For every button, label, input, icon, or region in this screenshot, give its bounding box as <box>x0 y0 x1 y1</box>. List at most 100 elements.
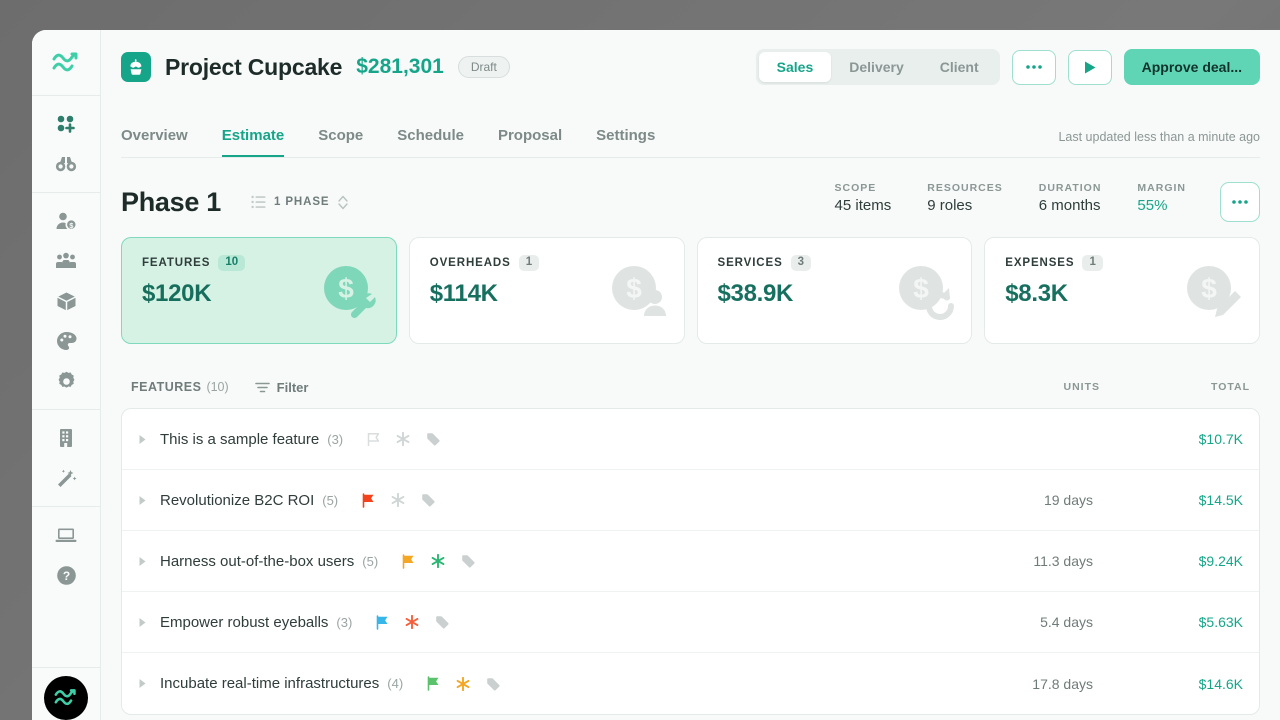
expand-caret-icon[interactable] <box>138 556 160 567</box>
tag-icon[interactable] <box>421 493 436 507</box>
feature-count: (5) <box>322 492 339 508</box>
tab-settings[interactable]: Settings <box>596 127 655 157</box>
star-asterisk-icon[interactable] <box>396 432 410 446</box>
metric-value: 9 roles <box>927 197 973 214</box>
sidebar-item-settings[interactable] <box>43 361 89 401</box>
expand-caret-icon[interactable] <box>138 617 160 628</box>
phase-selector[interactable]: 1 PHASE <box>241 189 360 216</box>
sidebar-item-automations[interactable] <box>43 458 89 498</box>
cupcake-icon <box>130 59 142 75</box>
feature-total: $5.63K <box>1198 614 1243 630</box>
row-markers <box>402 553 476 569</box>
header-more-button[interactable] <box>1011 49 1056 85</box>
row-markers <box>427 676 501 691</box>
tag-icon[interactable] <box>426 432 441 446</box>
dollar-refresh-icon: $ <box>895 264 957 327</box>
table-row[interactable]: Revolutionize B2C ROI (5) 19 days $14.5K <box>122 470 1259 531</box>
view-segmented-control[interactable]: Sales Delivery Client <box>755 49 1000 85</box>
phase-selector-label: 1 PHASE <box>273 196 330 208</box>
flag-icon[interactable] <box>376 614 389 630</box>
sidebar-item-brand[interactable] <box>43 321 89 361</box>
last-updated-text: Last updated less than a minute ago <box>1058 130 1260 144</box>
feature-name: This is a sample feature <box>160 430 320 448</box>
card-count: 1 <box>1082 255 1103 271</box>
sidebar-item-help[interactable]: ? <box>43 555 89 595</box>
content-area: Phase 1 1 PHASE SCOPE 45 items RESOURCES… <box>101 158 1280 720</box>
table-row[interactable]: Harness out-of-the-box users (5) 11.3 da… <box>122 531 1259 592</box>
expand-caret-icon[interactable] <box>138 434 160 445</box>
filter-button[interactable]: Filter <box>254 379 309 395</box>
card-count: 3 <box>790 255 812 271</box>
flag-icon[interactable] <box>362 492 375 508</box>
card-label: SERVICES <box>717 256 783 269</box>
sidebar-item-people[interactable] <box>43 241 89 281</box>
card-features[interactable]: FEATURES 10 $120K $ <box>121 237 397 344</box>
feature-units: 5.4 days <box>1040 614 1093 630</box>
tab-overview[interactable]: Overview <box>121 127 188 157</box>
tab-proposal[interactable]: Proposal <box>498 127 562 157</box>
metric-scope: SCOPE 45 items <box>835 182 892 214</box>
play-icon <box>1084 61 1096 73</box>
avatar[interactable] <box>44 676 88 720</box>
segment-client[interactable]: Client <box>922 52 997 82</box>
project-amount: $281,301 <box>356 55 444 78</box>
table-row[interactable]: This is a sample feature (3) $10.7K <box>122 409 1259 470</box>
dollar-person-icon: $ <box>608 264 670 327</box>
gear-icon <box>58 371 74 388</box>
segment-delivery[interactable]: Delivery <box>831 52 921 82</box>
laptop-icon <box>55 528 77 542</box>
card-label: FEATURES <box>142 256 211 269</box>
tab-estimate[interactable]: Estimate <box>221 127 285 157</box>
star-asterisk-icon[interactable] <box>431 554 445 568</box>
tag-icon[interactable] <box>435 615 450 629</box>
header-actions: Sales Delivery Client Approve deal... <box>755 49 1260 85</box>
sidebar-item-products[interactable] <box>43 281 89 321</box>
metric-label: DURATION <box>1038 182 1102 194</box>
card-overheads[interactable]: OVERHEADS 1 $114K $ <box>408 237 685 344</box>
metric-resources: RESOURCES 9 roles <box>927 182 1003 214</box>
sidebar-item-company[interactable] <box>43 418 89 458</box>
tab-scope[interactable]: Scope <box>318 127 363 157</box>
card-services[interactable]: SERVICES 3 $38.9K $ <box>696 237 973 344</box>
feature-total: $9.24K <box>1198 553 1243 569</box>
star-asterisk-icon[interactable] <box>405 615 419 629</box>
tab-schedule[interactable]: Schedule <box>397 127 464 157</box>
person-dollar-icon: $ <box>56 212 77 231</box>
table-row[interactable]: Incubate real-time infrastructures (4) 1… <box>122 653 1259 714</box>
run-button[interactable] <box>1067 49 1112 85</box>
sidebar-item-dashboard[interactable] <box>43 104 89 144</box>
phase-more-button[interactable] <box>1220 182 1260 222</box>
main-area: Project Cupcake $281,301 Draft Sales Del… <box>101 30 1280 720</box>
table-row[interactable]: Empower robust eyeballs (3) 5.4 days $5.… <box>122 592 1259 653</box>
sidebar-logo[interactable] <box>32 30 100 95</box>
star-asterisk-icon[interactable] <box>456 676 470 691</box>
metric-duration: DURATION 6 months <box>1039 182 1102 214</box>
expand-caret-icon[interactable] <box>138 495 160 506</box>
flag-icon[interactable] <box>427 676 440 691</box>
feature-total: $14.6K <box>1198 675 1243 692</box>
star-asterisk-icon[interactable] <box>391 493 405 507</box>
expand-caret-icon[interactable] <box>138 678 160 689</box>
tag-icon[interactable] <box>461 554 476 568</box>
card-expenses[interactable]: EXPENSES 1 $8.3K $ <box>984 237 1260 344</box>
feature-name: Revolutionize B2C ROI <box>160 491 315 509</box>
segment-sales[interactable]: Sales <box>758 52 832 82</box>
feature-units: 17.8 days <box>1032 675 1093 692</box>
ellipsis-icon <box>1025 65 1042 69</box>
approve-deal-button[interactable]: Approve deal... <box>1123 49 1260 85</box>
sidebar-group-4: ? <box>32 507 100 603</box>
chevron-updown-icon <box>338 195 349 209</box>
feature-count: (5) <box>362 553 379 569</box>
tag-icon[interactable] <box>486 677 501 691</box>
filter-label: Filter <box>276 379 309 395</box>
metric-label: MARGIN <box>1137 182 1186 194</box>
sidebar-item-deals[interactable]: $ <box>43 201 89 241</box>
flag-icon[interactable] <box>367 432 380 447</box>
sidebar-item-explore[interactable] <box>43 144 89 184</box>
title-row: Project Cupcake $281,301 Draft Sales Del… <box>121 30 1260 104</box>
sidebar-item-preview[interactable] <box>43 515 89 555</box>
feature-name: Incubate real-time infrastructures <box>160 675 380 692</box>
dashboard-grid-add-icon <box>57 115 75 133</box>
flag-icon[interactable] <box>402 553 415 569</box>
feature-units: 19 days <box>1043 492 1093 508</box>
